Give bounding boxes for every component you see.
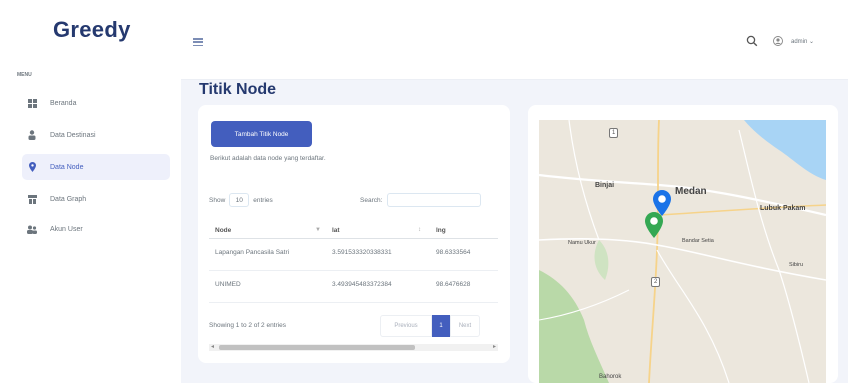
- column-header-lng[interactable]: lng: [436, 227, 446, 234]
- search-icon[interactable]: [746, 35, 758, 47]
- add-node-button[interactable]: Tambah Titik Node: [211, 121, 312, 147]
- sidebar-item-label: Beranda: [50, 99, 77, 107]
- entries-select[interactable]: 10: [229, 193, 250, 207]
- cell-lat: 3.591533320338331: [332, 249, 392, 256]
- sidebar-item-data-graph[interactable]: Data Graph: [22, 186, 170, 212]
- sidebar-item-label: Data Graph: [50, 195, 87, 203]
- scroll-left-icon[interactable]: ◂: [211, 343, 214, 350]
- pagination: Previous 1 Next: [380, 315, 480, 337]
- sidebar-item-label: Akun User: [50, 225, 83, 233]
- column-header-lat[interactable]: lat: [332, 227, 340, 234]
- road-shield: 1: [609, 128, 619, 138]
- user-menu[interactable]: admin ⌄: [773, 36, 814, 46]
- length-suffix: entries: [253, 196, 273, 204]
- node-table: Node ▼ lat ↕ lng Lapangan Pancasila Satr…: [209, 223, 498, 309]
- person-icon: [26, 129, 38, 141]
- cell-lat: 3.493945483372384: [332, 281, 392, 288]
- green-map-pin-icon[interactable]: [645, 212, 663, 238]
- node-map[interactable]: 1 2 Binjai Medan Lubuk Pakam Namu Ukur B…: [539, 120, 826, 383]
- map-label-bahorok: Bahorok: [599, 374, 622, 380]
- sidebar-item-label: Data Node: [50, 163, 84, 171]
- map-terrain: [539, 120, 826, 383]
- users-icon: [26, 223, 38, 235]
- intro-text: Berikut adalah data node yang terdaftar.: [210, 155, 326, 162]
- hamburger-icon[interactable]: [193, 38, 203, 46]
- top-header: admin ⌄: [181, 0, 848, 80]
- table-row: Lapangan Pancasila Satri 3.5915333203383…: [209, 239, 498, 271]
- horizontal-scrollbar[interactable]: ◂ ▸: [209, 344, 498, 351]
- road-shield: 2: [651, 277, 661, 287]
- page-1-button[interactable]: 1: [432, 315, 450, 337]
- brand-logo[interactable]: Greedy: [53, 17, 131, 43]
- node-table-card: Tambah Titik Node Berikut adalah data no…: [198, 105, 510, 363]
- previous-page-button[interactable]: Previous: [380, 315, 432, 337]
- column-header-node[interactable]: Node: [215, 227, 231, 234]
- sidebar-item-label: Data Destinasi: [50, 131, 96, 139]
- map-label-bandar-setia: Bandar Setia: [682, 238, 714, 244]
- map-label-medan: Medan: [675, 186, 707, 197]
- sidebar: Greedy Menu Beranda Data Destinasi Data …: [0, 0, 181, 383]
- map-card: 1 2 Binjai Medan Lubuk Pakam Namu Ukur B…: [528, 105, 838, 383]
- search-label: Search:: [360, 196, 383, 204]
- user-name: admin ⌄: [791, 38, 815, 45]
- next-page-button[interactable]: Next: [450, 315, 480, 337]
- table-info: Showing 1 to 2 of 2 entries: [209, 322, 286, 329]
- scroll-right-icon[interactable]: ▸: [493, 343, 496, 350]
- menu-title: Menu: [17, 72, 32, 78]
- cell-lng: 98.6333564: [436, 249, 471, 256]
- entries-length-control: Show 10 entries: [209, 193, 273, 207]
- map-label-namu-ukur: Namu Ukur: [568, 240, 596, 246]
- search-input[interactable]: [387, 193, 482, 207]
- grid-icon: [26, 97, 38, 109]
- sidebar-item-data-destinasi[interactable]: Data Destinasi: [22, 122, 170, 148]
- user-icon: [773, 36, 783, 46]
- table-row: UNIMED 3.493945483372384 98.6476628: [209, 271, 498, 303]
- length-prefix: Show: [209, 196, 226, 204]
- cell-node: Lapangan Pancasila Satri: [215, 249, 290, 256]
- cell-lng: 98.6476628: [436, 281, 471, 288]
- page-title: Titik Node: [199, 81, 277, 98]
- map-label-lubuk-pakam: Lubuk Pakam: [760, 205, 806, 212]
- map-label-sibiru: Sibiru: [789, 262, 804, 268]
- cell-node: UNIMED: [215, 281, 241, 288]
- scrollbar-thumb[interactable]: [219, 345, 415, 350]
- map-label-binjai: Binjai: [595, 182, 615, 189]
- graph-icon: [26, 193, 38, 205]
- sidebar-item-beranda[interactable]: Beranda: [22, 90, 170, 116]
- sort-icon: ▼: [315, 227, 321, 233]
- table-search: Search:: [360, 193, 482, 207]
- table-header-row: Node ▼ lat ↕ lng: [209, 223, 498, 239]
- sidebar-item-akun-user[interactable]: Akun User: [22, 216, 170, 242]
- sidebar-item-data-node[interactable]: Data Node: [22, 154, 170, 180]
- map-pin-icon: [26, 161, 38, 173]
- sort-icon: ↕: [418, 227, 421, 233]
